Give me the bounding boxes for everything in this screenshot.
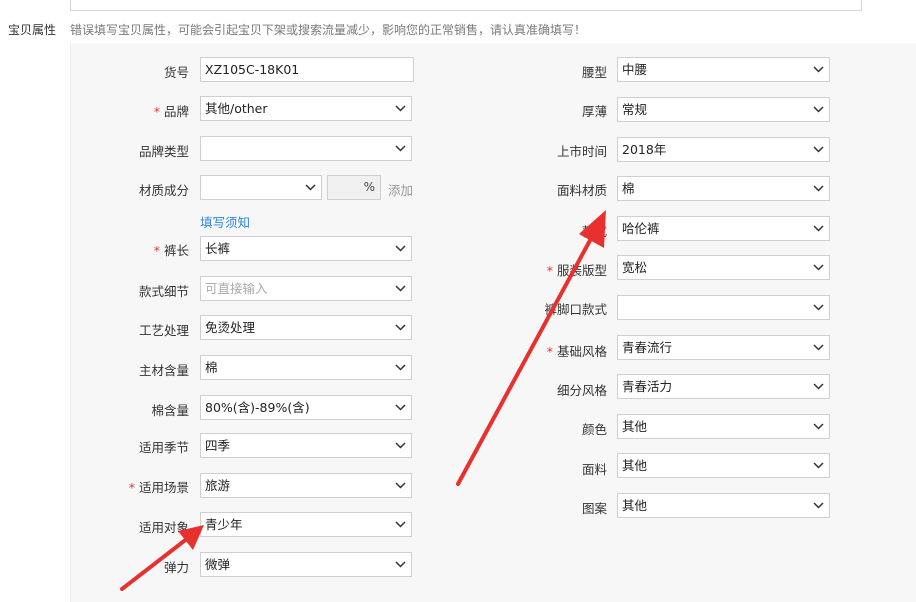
label-basic-style: * 基础风格 [546, 344, 607, 359]
elasticity-select[interactable]: 微弹 [200, 552, 412, 577]
waist-type-select[interactable]: 中腰 [617, 57, 830, 82]
attributes-panel [70, 43, 916, 602]
label-brand: * 品牌 [153, 104, 189, 119]
label-thickness: 厚薄 [581, 104, 607, 119]
chevron-down-icon [393, 434, 407, 457]
garment-fit-select[interactable]: 宽松 [617, 255, 830, 280]
chevron-down-icon [811, 296, 825, 319]
chevron-down-icon [811, 217, 825, 240]
label-waist-type: 腰型 [581, 65, 607, 80]
sub-style-select[interactable]: 青春活力 [617, 374, 830, 399]
chevron-down-icon [393, 553, 407, 576]
target-audience-select[interactable]: 青少年 [200, 512, 412, 537]
chevron-down-icon [811, 375, 825, 398]
material-composition-select[interactable] [200, 175, 322, 200]
label-pattern: 图案 [581, 501, 607, 516]
chevron-down-icon [811, 336, 825, 359]
section-label: 宝贝属性 [8, 23, 57, 37]
label-target-audience: 适用对象 [138, 520, 189, 535]
chevron-down-icon [393, 356, 407, 379]
main-material-select[interactable]: 棉 [200, 355, 412, 380]
label-cotton-content: 棉含量 [151, 403, 189, 418]
cotton-content-select[interactable]: 80%(含)-89%(含) [200, 395, 412, 420]
chevron-down-icon [811, 138, 825, 161]
chevron-down-icon [393, 137, 407, 160]
chevron-down-icon [393, 474, 407, 497]
brand-type-select[interactable] [200, 136, 412, 161]
pattern-select[interactable]: 其他 [617, 493, 830, 518]
thickness-select[interactable]: 常规 [617, 97, 830, 122]
chevron-down-icon [811, 494, 825, 517]
chevron-down-icon [811, 98, 825, 121]
fill-instructions-link[interactable]: 填写须知 [200, 212, 250, 231]
scene-select[interactable]: 旅游 [200, 473, 412, 498]
label-process-treatment: 工艺处理 [138, 323, 189, 338]
label-main-material: 主材含量 [138, 363, 189, 378]
label-sub-style: 细分风格 [556, 383, 607, 398]
label-garment-fit: * 服装版型 [546, 263, 607, 278]
fabric-select[interactable]: 其他 [617, 453, 830, 478]
chevron-down-icon [811, 415, 825, 438]
previous-field-box [70, 0, 862, 11]
add-material-link[interactable]: 添加 [388, 180, 413, 199]
style-details-input[interactable]: 可直接输入 [200, 276, 412, 301]
label-brand-type: 品牌类型 [138, 144, 189, 159]
label-style-details: 款式细节 [138, 284, 189, 299]
hem-style-select[interactable] [617, 295, 830, 320]
label-pants-length: * 裤长 [153, 243, 189, 258]
label-scene: * 适用场景 [128, 480, 189, 495]
pants-length-select[interactable]: 长裤 [200, 236, 412, 261]
section-warning-note: 错误填写宝贝属性，可能会引起宝贝下架或搜索流量减少，影响您的正常销售，请认真准确… [70, 23, 587, 37]
chevron-down-icon [393, 396, 407, 419]
season-select[interactable]: 四季 [200, 433, 412, 458]
basic-style-select[interactable]: 青春流行 [617, 335, 830, 360]
label-hem-style: 裤脚口款式 [544, 302, 607, 317]
label-season: 适用季节 [138, 440, 189, 455]
label-fabric-material: 面料材质 [556, 183, 607, 198]
chevron-down-icon [303, 176, 317, 199]
chevron-down-icon [811, 58, 825, 81]
chevron-down-icon [393, 97, 407, 120]
chevron-down-icon [393, 513, 407, 536]
chevron-down-icon [393, 237, 407, 260]
item-number-input[interactable]: XZ105C-18K01 [200, 57, 414, 82]
style-select[interactable]: 哈伦裤 [617, 216, 830, 241]
chevron-down-icon [811, 256, 825, 279]
chevron-down-icon [393, 316, 407, 339]
chevron-down-icon [811, 177, 825, 200]
label-elasticity: 弹力 [163, 560, 189, 575]
fabric-material-select[interactable]: 棉 [617, 176, 830, 201]
label-fabric: 面料 [581, 462, 607, 477]
color-select[interactable]: 其他 [617, 414, 830, 439]
material-percent-input[interactable]: % [327, 175, 381, 200]
label-material-composition: 材质成分 [138, 183, 189, 198]
launch-time-select[interactable]: 2018年 [617, 137, 830, 162]
process-treatment-select[interactable]: 免烫处理 [200, 315, 412, 340]
brand-select[interactable]: 其他/other [200, 96, 412, 121]
chevron-down-icon [393, 277, 407, 300]
label-color: 颜色 [581, 422, 607, 437]
label-item-number: 货号 [163, 65, 189, 80]
chevron-down-icon [811, 454, 825, 477]
label-style: 款式 [581, 224, 607, 239]
label-launch-time: 上市时间 [556, 144, 607, 159]
